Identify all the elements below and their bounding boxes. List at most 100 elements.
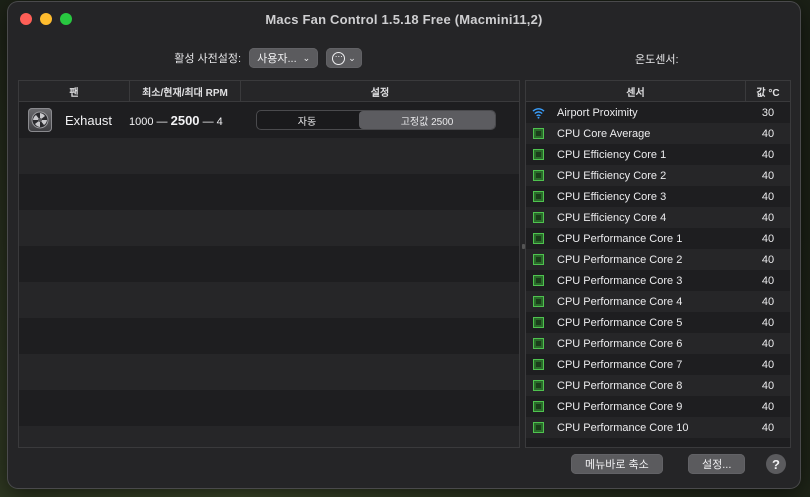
- sensor-row[interactable]: CPU Performance Core 1 40: [526, 228, 790, 249]
- sensor-name-column-header[interactable]: 센서: [526, 81, 746, 101]
- sensor-row[interactable]: CPU Performance Core 8 40: [526, 375, 790, 396]
- empty-fan-row: [19, 318, 519, 354]
- chip-icon: [532, 253, 545, 266]
- sensor-name: CPU Efficiency Core 1: [557, 148, 667, 161]
- sensor-value: 40: [761, 421, 775, 434]
- sensor-name: CPU Performance Core 2: [557, 253, 683, 266]
- sensor-row[interactable]: CPU Performance Core 10 40: [526, 417, 790, 438]
- empty-fan-row: [19, 138, 519, 174]
- fan-max-rpm: 4: [216, 115, 223, 128]
- sensor-name: CPU Performance Core 6: [557, 337, 683, 350]
- sensor-row[interactable]: CPU Performance Core 5 40: [526, 312, 790, 333]
- rpm-column-header[interactable]: 최소/현재/최대 RPM: [130, 81, 241, 101]
- ellipsis-circle-icon: ⋯: [332, 51, 346, 65]
- fan-mode-auto-button[interactable]: 자동: [256, 110, 358, 130]
- zoom-window-button[interactable]: [60, 13, 72, 25]
- app-window: Macs Fan Control 1.5.18 Free (Macmini11,…: [8, 2, 800, 488]
- preset-selector-row: 활성 사전설정: 사용자... ⌄ ⋯ ⌄: [8, 46, 528, 70]
- sensor-rows: Airport Proximity 30 CPU Core Average 40…: [526, 102, 790, 438]
- minimize-to-menubar-button[interactable]: 메뉴바로 축소: [571, 454, 663, 474]
- fan-name: Exhaust: [65, 112, 112, 128]
- sensor-row[interactable]: CPU Core Average 40: [526, 123, 790, 144]
- fan-rows: Exhaust 1000 — 2500 — 4 자동 고정값 2500: [19, 102, 519, 447]
- empty-fan-row: [19, 282, 519, 318]
- minimize-window-button[interactable]: [40, 13, 52, 25]
- sensor-value: 40: [761, 400, 775, 413]
- chip-icon: [532, 274, 545, 287]
- window-controls: [20, 13, 72, 25]
- sensor-row[interactable]: CPU Performance Core 6 40: [526, 333, 790, 354]
- close-window-button[interactable]: [20, 13, 32, 25]
- sensor-value: 40: [761, 190, 775, 203]
- preset-more-button[interactable]: ⋯ ⌄: [326, 48, 362, 68]
- sensor-value: 40: [761, 148, 775, 161]
- sensor-row[interactable]: CPU Performance Core 9 40: [526, 396, 790, 417]
- sensor-value: 40: [761, 127, 775, 140]
- fan-mode-fixed-button[interactable]: 고정값 2500: [359, 111, 495, 129]
- chip-icon: [532, 169, 545, 182]
- sensor-name: CPU Performance Core 5: [557, 316, 683, 329]
- fan-mode-segmented-control: 자동 고정값 2500: [256, 110, 496, 130]
- title-bar[interactable]: Macs Fan Control 1.5.18 Free (Macmini11,…: [8, 2, 800, 36]
- chip-icon: [532, 316, 545, 329]
- sensor-name: CPU Performance Core 7: [557, 358, 683, 371]
- sensor-value-column-header[interactable]: 값 °C: [746, 84, 790, 99]
- sensor-value: 40: [761, 316, 775, 329]
- sensor-value: 40: [761, 358, 775, 371]
- sensor-name: CPU Performance Core 3: [557, 274, 683, 287]
- sensor-value: 40: [761, 337, 775, 350]
- fan-row[interactable]: Exhaust 1000 — 2500 — 4 자동 고정값 2500: [19, 102, 519, 138]
- sensor-row[interactable]: CPU Performance Core 3 40: [526, 270, 790, 291]
- sensor-name: CPU Performance Core 10: [557, 421, 689, 434]
- sensor-name: CPU Efficiency Core 2: [557, 169, 667, 182]
- fan-column-header[interactable]: 팬: [19, 81, 130, 101]
- sensor-row[interactable]: CPU Efficiency Core 2 40: [526, 165, 790, 186]
- sensor-row[interactable]: Airport Proximity 30: [526, 102, 790, 123]
- chevron-down-icon: ⌄: [302, 52, 311, 63]
- chip-icon: [532, 232, 545, 245]
- settings-button[interactable]: 설정...: [688, 454, 746, 474]
- sensor-name: CPU Efficiency Core 3: [557, 190, 667, 203]
- chip-icon: [532, 379, 545, 392]
- sensors-title: 온도센서:: [635, 54, 679, 66]
- fan-icon: [28, 108, 52, 132]
- bottom-toolbar: 메뉴바로 축소 설정... ?: [8, 454, 800, 478]
- sensor-row[interactable]: CPU Performance Core 2 40: [526, 249, 790, 270]
- sensor-value: 30: [761, 106, 775, 119]
- sensor-value: 40: [761, 253, 775, 266]
- sensor-value: 40: [761, 379, 775, 392]
- preset-popup-button[interactable]: 사용자... ⌄: [249, 48, 319, 68]
- preset-value: 사용자...: [257, 53, 297, 65]
- chip-icon: [532, 148, 545, 161]
- empty-fan-row: [19, 174, 519, 210]
- help-button[interactable]: ?: [766, 454, 786, 474]
- sensor-value: 40: [761, 295, 775, 308]
- empty-fan-row: [19, 354, 519, 390]
- preset-label: 활성 사전설정:: [174, 53, 242, 65]
- sensor-row[interactable]: CPU Performance Core 7 40: [526, 354, 790, 375]
- sensor-table-header: 센서 값 °C: [526, 81, 790, 102]
- sensor-value: 40: [761, 274, 775, 287]
- chip-icon: [532, 127, 545, 140]
- wifi-icon: [532, 106, 545, 119]
- sensor-row[interactable]: CPU Performance Core 4 40: [526, 291, 790, 312]
- sensor-name: CPU Core Average: [557, 127, 651, 140]
- fan-current-rpm: 2500: [170, 112, 200, 128]
- empty-fan-row: [19, 246, 519, 282]
- fan-table-header: 팬 최소/현재/최대 RPM 설정: [19, 81, 519, 102]
- fan-table: 팬 최소/현재/최대 RPM 설정 Exhaust 1000 — 2500 — …: [18, 80, 520, 448]
- chip-icon: [532, 421, 545, 434]
- sensor-row[interactable]: CPU Efficiency Core 3 40: [526, 186, 790, 207]
- empty-fan-row: [19, 210, 519, 246]
- sensor-name: Airport Proximity: [557, 106, 638, 119]
- sensor-value: 40: [761, 169, 775, 182]
- sensor-row[interactable]: CPU Efficiency Core 4 40: [526, 207, 790, 228]
- chip-icon: [532, 211, 545, 224]
- control-column-header[interactable]: 설정: [241, 81, 519, 101]
- fan-min-rpm: 1000: [129, 115, 154, 128]
- sensor-row[interactable]: CPU Efficiency Core 1 40: [526, 144, 790, 165]
- chip-icon: [532, 295, 545, 308]
- sensor-name: CPU Performance Core 4: [557, 295, 683, 308]
- sensor-name: CPU Efficiency Core 4: [557, 211, 667, 224]
- sensor-value: 40: [761, 211, 775, 224]
